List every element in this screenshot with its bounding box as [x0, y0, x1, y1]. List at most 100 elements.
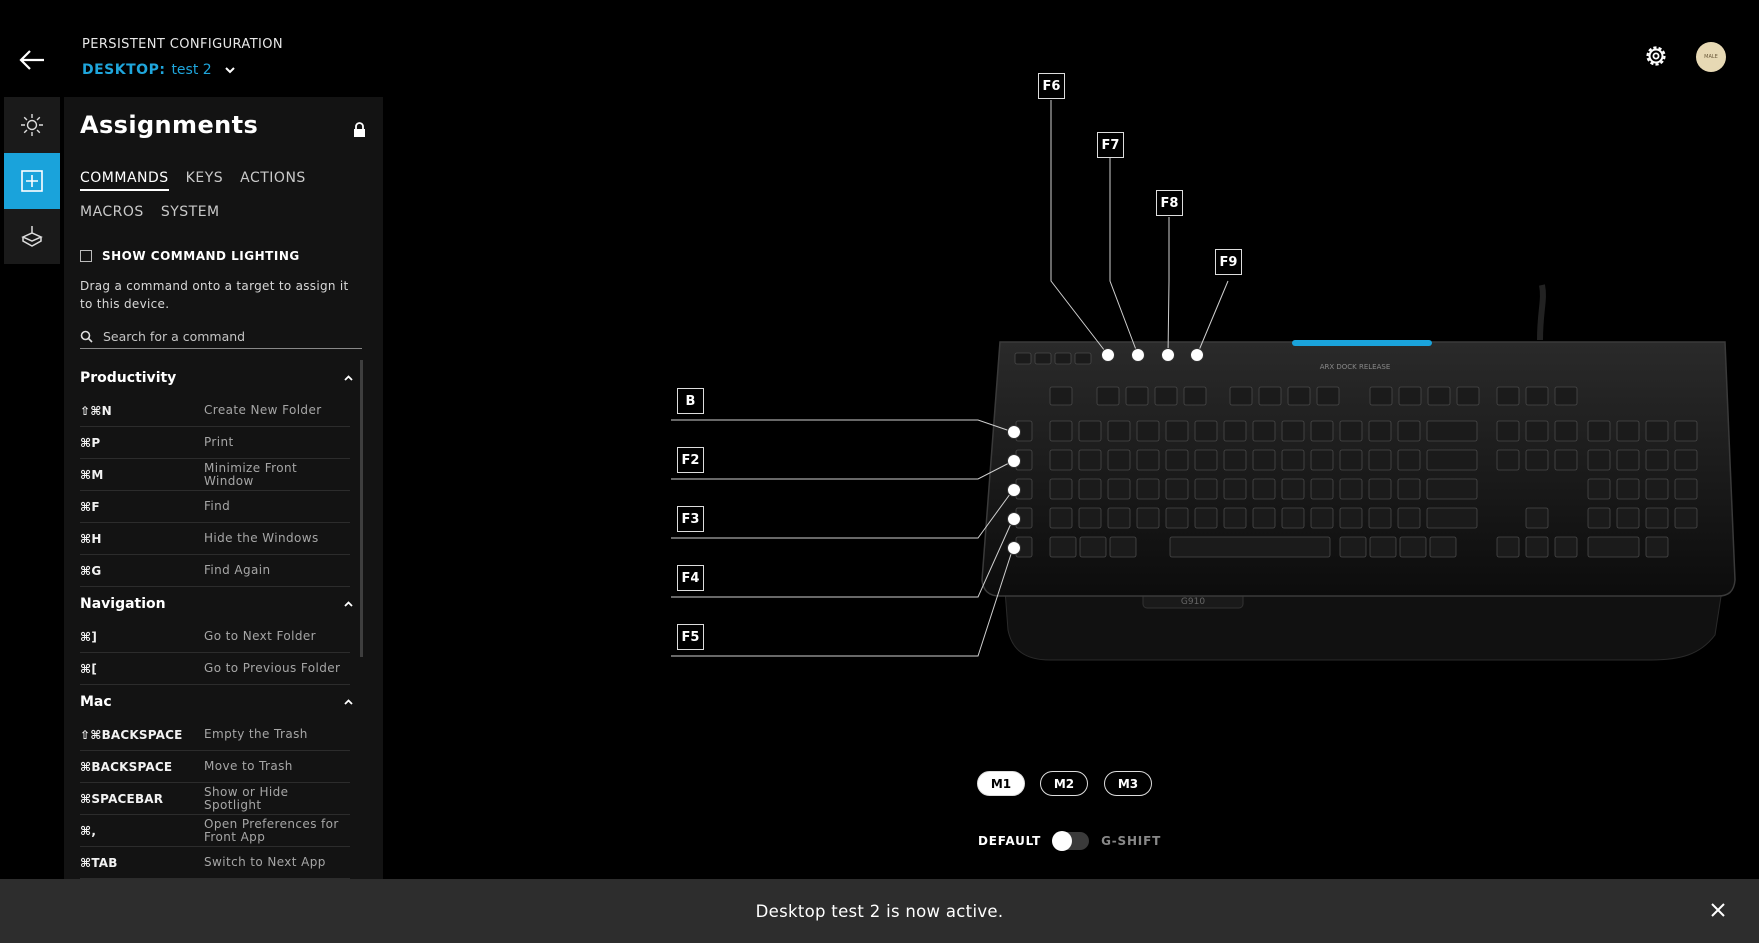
keycap — [1496, 536, 1520, 558]
keycap — [1368, 478, 1392, 500]
keycap — [1229, 386, 1253, 406]
keycap — [1165, 420, 1189, 442]
assignment-target-dot[interactable] — [1007, 541, 1021, 555]
keycap — [1368, 507, 1392, 529]
keycap — [1316, 386, 1340, 406]
callout-f5[interactable]: F5 — [677, 624, 704, 650]
callout-f8[interactable]: F8 — [1156, 190, 1183, 216]
callout-f4[interactable]: F4 — [677, 565, 704, 591]
keycap — [1554, 449, 1578, 471]
callout-f7[interactable]: F7 — [1097, 132, 1124, 158]
keycap — [1281, 478, 1305, 500]
keycap — [1616, 420, 1640, 442]
toggle-knob — [1052, 831, 1073, 851]
keycap — [1194, 478, 1218, 500]
keycap — [1674, 478, 1698, 500]
keycap — [1049, 386, 1073, 406]
keycap — [1136, 420, 1160, 442]
keycap — [1496, 449, 1520, 471]
gshift-toggle[interactable] — [1052, 831, 1090, 851]
arx-dock-label: ARX DOCK RELEASE — [1320, 363, 1391, 371]
memory-mode-m1[interactable]: M1 — [977, 771, 1025, 796]
keycap — [1154, 386, 1178, 406]
memory-mode-m3[interactable]: M3 — [1104, 771, 1152, 796]
keycap — [1339, 478, 1363, 500]
keycap — [1525, 536, 1549, 558]
keycap — [1287, 386, 1311, 406]
keycap — [1049, 507, 1073, 529]
keycap — [1310, 449, 1334, 471]
assignment-target-dot[interactable] — [1131, 348, 1145, 362]
keycap — [1223, 449, 1247, 471]
keycap — [1049, 449, 1073, 471]
keycap — [1079, 536, 1107, 558]
keycap — [1136, 449, 1160, 471]
callout-f2[interactable]: F2 — [677, 447, 704, 473]
keycap — [1525, 507, 1549, 529]
close-icon[interactable] — [1709, 901, 1727, 919]
keycap — [1339, 449, 1363, 471]
assignment-target-dot[interactable] — [1190, 348, 1204, 362]
keycap — [1252, 449, 1276, 471]
keycap — [1223, 507, 1247, 529]
keycap — [1107, 507, 1131, 529]
keycap — [1107, 420, 1131, 442]
keycap — [1078, 507, 1102, 529]
wrist-rest — [1004, 589, 1723, 661]
gshift-label: G-SHIFT — [1101, 834, 1162, 848]
default-label: DEFAULT — [978, 834, 1042, 848]
keycap — [1645, 507, 1669, 529]
keycap — [1136, 478, 1160, 500]
keycap — [1049, 536, 1077, 558]
assignment-target-dot[interactable] — [1007, 454, 1021, 468]
keycap — [1165, 478, 1189, 500]
keycap — [1525, 449, 1549, 471]
keycap — [1034, 352, 1052, 365]
keycap — [1616, 449, 1640, 471]
keycap — [1554, 386, 1578, 406]
keycap — [1078, 420, 1102, 442]
keycap — [1281, 507, 1305, 529]
callout-f9[interactable]: F9 — [1215, 249, 1242, 275]
keycap — [1252, 507, 1276, 529]
callout-line — [671, 547, 1014, 657]
keycap — [1049, 420, 1073, 442]
keycap — [1429, 536, 1457, 558]
keycap — [1125, 386, 1149, 406]
memory-mode-m2[interactable]: M2 — [1040, 771, 1088, 796]
keycap — [1339, 536, 1367, 558]
assignment-target-dot[interactable] — [1007, 425, 1021, 439]
callout-f3[interactable]: F3 — [677, 506, 704, 532]
keycap — [1496, 386, 1520, 406]
assignment-target-dot[interactable] — [1161, 348, 1175, 362]
keycap — [1183, 386, 1207, 406]
keycap — [1587, 507, 1611, 529]
keycap — [1397, 507, 1421, 529]
keycap — [1078, 449, 1102, 471]
keycap — [1165, 507, 1189, 529]
keycap — [1426, 420, 1478, 442]
keycap — [1398, 386, 1422, 406]
keycap — [1368, 449, 1392, 471]
assignment-target-dot[interactable] — [1007, 483, 1021, 497]
keycap — [1369, 386, 1393, 406]
keycap — [1426, 478, 1478, 500]
keycap — [1339, 420, 1363, 442]
keycap — [1554, 536, 1578, 558]
keycap — [1587, 536, 1640, 558]
keycap — [1223, 420, 1247, 442]
assignment-target-dot[interactable] — [1007, 512, 1021, 526]
keycap — [1281, 420, 1305, 442]
keycap — [1194, 449, 1218, 471]
keycap — [1107, 449, 1131, 471]
keycap — [1136, 507, 1160, 529]
keycap — [1587, 478, 1611, 500]
callout-f6[interactable]: F6 — [1038, 73, 1065, 99]
assignment-target-dot[interactable] — [1101, 348, 1115, 362]
keycap — [1369, 536, 1397, 558]
keycap — [1310, 478, 1334, 500]
callout-b[interactable]: B — [677, 388, 704, 414]
keycap — [1645, 478, 1669, 500]
keycap — [1223, 478, 1247, 500]
keycap — [1165, 449, 1189, 471]
